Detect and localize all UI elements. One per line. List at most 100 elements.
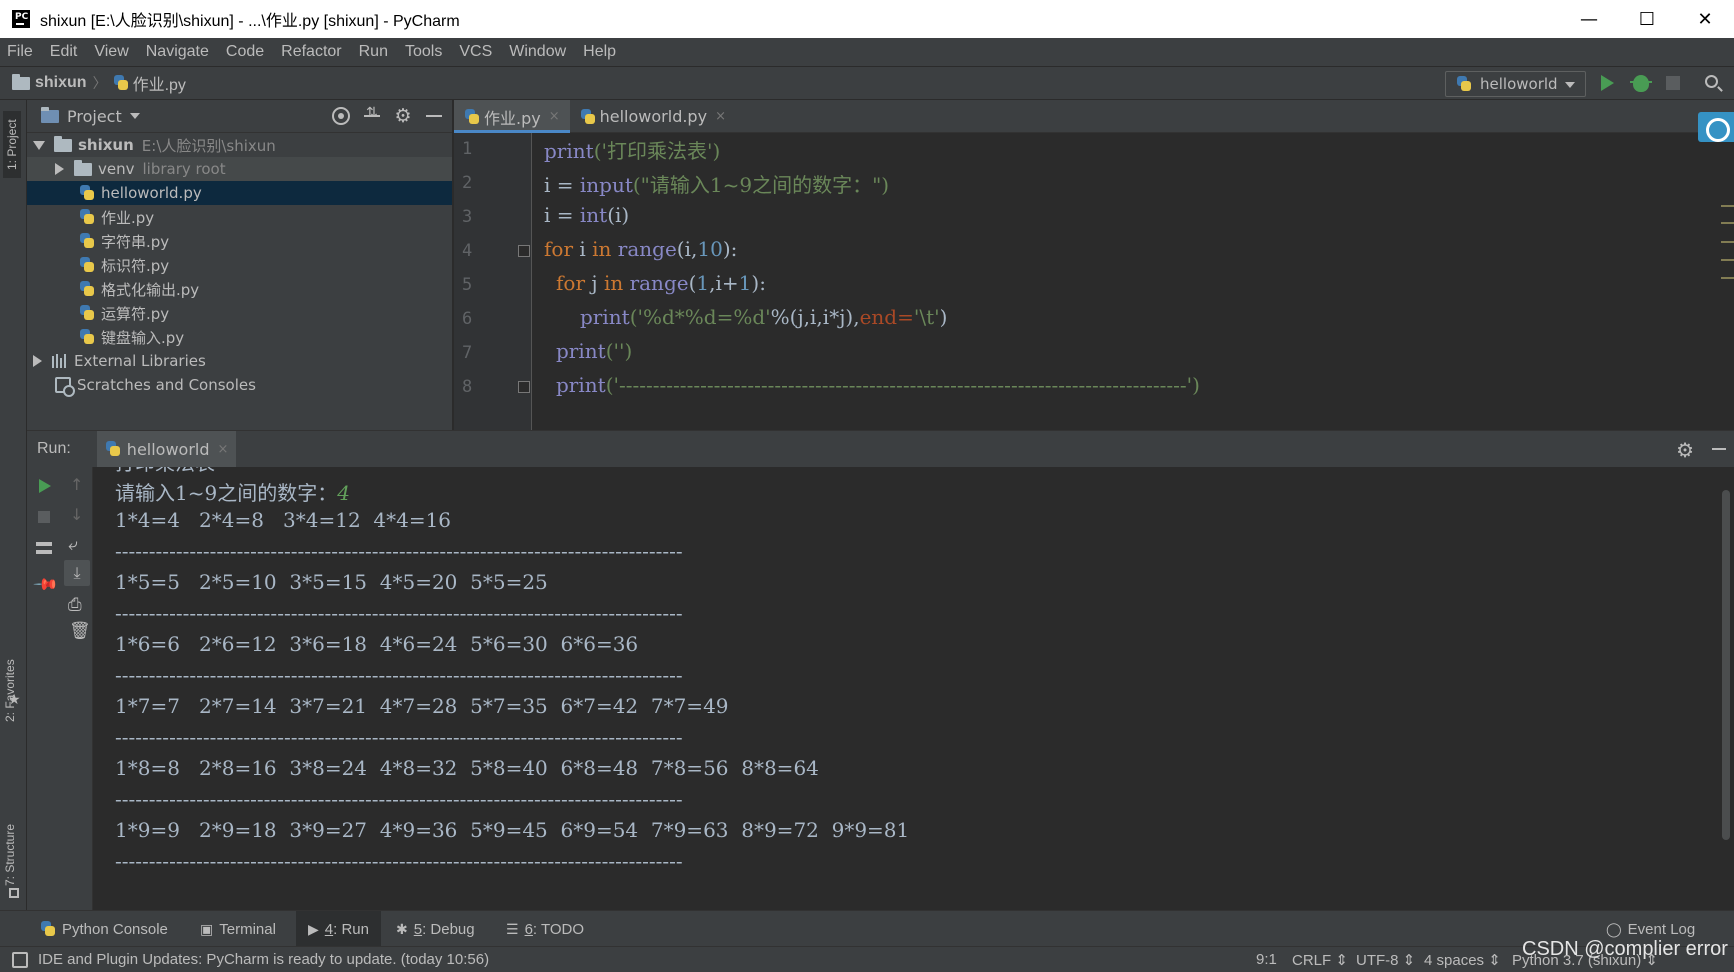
fold-marker-icon[interactable] [518,245,530,257]
tree-item-venv[interactable]: venv library root [27,157,452,181]
run-panel-label: Run: [37,440,71,457]
soft-wrap-icon[interactable]: ⤶ [68,535,78,555]
menu-refactor[interactable]: Refactor [281,43,341,61]
tree-item-hint: library root [142,160,226,178]
menu-navigate[interactable]: Navigate [146,43,209,61]
tree-item-file[interactable]: 键盘输入.py [27,325,452,349]
line-number: 5 [462,275,473,295]
run-button[interactable] [1601,75,1614,91]
tree-item-scratches[interactable]: Scratches and Consoles [27,373,452,397]
tree-item-file[interactable]: 运算符.py [27,301,452,325]
close-icon[interactable]: × [715,109,726,124]
library-icon [52,354,68,368]
code-token: ("请输入1~9之间的数字：") [632,173,890,197]
pycharm-logo-icon [12,10,30,28]
code-token: (i) [607,203,630,227]
stop-button[interactable] [1666,76,1680,90]
console-output[interactable]: 打印乘法表 请输入1~9之间的数字：4 1*4=4 2*4=8 3*4=12 4… [93,467,1734,911]
layout-icon[interactable] [36,542,52,554]
maximize-button[interactable]: ☐ [1618,0,1676,38]
stop-icon[interactable] [38,511,50,523]
breadcrumb-project[interactable]: shixun [35,74,87,92]
tool-tab-todo[interactable]: ☰ 6: TODO [506,911,584,947]
tree-item-file[interactable]: helloworld.py [27,181,452,205]
fold-marker-icon[interactable] [518,381,530,393]
python-file-icon [79,233,95,249]
tree-item-root[interactable]: shixun E:\人脸识别\shixun [27,133,452,157]
trash-icon[interactable]: 🗑 [69,621,91,641]
python-file-icon [464,108,480,125]
tree-item-file[interactable]: 标识符.py [27,253,452,277]
tree-item-label: 键盘输入.py [101,328,185,347]
file-encoding[interactable]: UTF-8 ⇕ [1356,951,1415,969]
tool-tab-favorites[interactable]: 2: Favorites [3,659,17,722]
output-line: 1*4=4 2*4=8 3*4=12 4*4=16 [115,508,452,532]
collapse-arrow-icon[interactable] [55,163,64,175]
tree-item-label: 运算符.py [101,304,170,323]
editor-tab[interactable]: helloworld.py × [570,100,736,133]
tree-item-label: 字符串.py [101,232,170,251]
indent-setting[interactable]: 4 spaces ⇕ [1424,951,1501,969]
print-icon[interactable]: ⎙ [68,595,82,615]
code-text-area[interactable]: print('打印乘法表') i = input("请输入1~9之间的数字：")… [544,133,1674,430]
notification-icon[interactable] [12,951,28,968]
hide-panel-icon[interactable] [1712,448,1726,450]
menu-file[interactable]: File [7,43,33,61]
close-icon[interactable]: × [218,442,229,457]
breadcrumb-file[interactable]: 作业.py [133,71,186,95]
menu-help[interactable]: Help [583,43,616,61]
project-panel-header: Project ⚙ [27,100,452,133]
project-panel-title[interactable]: Project [67,107,122,126]
menu-run[interactable]: Run [359,43,388,61]
tree-item-file[interactable]: 作业.py [27,205,452,229]
gear-icon[interactable]: ⚙ [394,107,412,126]
close-button[interactable]: ✕ [1676,0,1734,38]
code-line: i = input("请输入1~9之间的数字：") [544,169,889,198]
menu-view[interactable]: View [94,43,128,61]
code-token: for [556,271,586,295]
code-token: ) [939,305,948,329]
tool-tab-debug[interactable]: ✱ 5: Debug [396,911,475,947]
gear-icon[interactable]: ⚙ [1676,438,1694,462]
menu-edit[interactable]: Edit [50,43,78,61]
arrow-down-icon[interactable]: ↓ [70,505,83,524]
code-token: in [592,237,612,261]
tree-item-file[interactable]: 格式化输出.py [27,277,452,301]
tool-tab-run[interactable]: ▶ 4: Run [296,911,381,947]
locate-file-icon[interactable] [332,107,350,125]
tool-tab-structure[interactable]: 7: Structure [3,824,17,886]
tool-tab-label: Event Log [1627,920,1696,938]
line-separator[interactable]: CRLF ⇕ [1292,951,1348,969]
arrow-up-icon[interactable]: ↑ [70,475,83,494]
search-icon[interactable] [1705,75,1718,88]
tree-item-external-libraries[interactable]: External Libraries [27,349,452,373]
tree-item-file[interactable]: 字符串.py [27,229,452,253]
collapse-all-icon[interactable] [364,105,380,125]
menu-tools[interactable]: Tools [405,43,442,61]
rerun-icon[interactable] [39,479,51,493]
run-configuration-selector[interactable]: helloworld [1445,71,1586,97]
editor-tab-active[interactable]: 作业.py × [454,100,570,133]
tool-tab-mnemonic: 6 [524,920,533,938]
chevron-down-icon[interactable] [129,113,140,119]
menu-vcs[interactable]: VCS [459,43,492,61]
plugin-icon[interactable] [1698,112,1734,142]
debug-button[interactable] [1630,75,1652,92]
expand-arrow-icon[interactable] [33,140,45,150]
collapse-arrow-icon[interactable] [33,355,42,367]
close-icon[interactable]: × [549,109,560,124]
run-tab-helloworld[interactable]: helloworld × [96,431,237,467]
minimize-button[interactable]: — [1560,0,1618,38]
caret-position[interactable]: 9:1 [1256,951,1277,968]
status-message[interactable]: IDE and Plugin Updates: PyCharm is ready… [38,951,489,968]
code-token: for [544,237,574,261]
tool-tab-terminal[interactable]: ▣ Terminal [200,911,276,947]
hide-panel-icon[interactable] [426,115,442,117]
tool-tab-python-console[interactable]: Python Console [40,911,168,947]
console-scrollbar[interactable] [1722,490,1730,840]
tool-tab-project[interactable]: 1: Project [3,111,21,178]
menu-code[interactable]: Code [226,43,264,61]
pin-icon[interactable]: 📌 [32,571,60,599]
scroll-to-end-icon[interactable]: ⤓ [64,560,90,586]
menu-window[interactable]: Window [509,43,566,61]
